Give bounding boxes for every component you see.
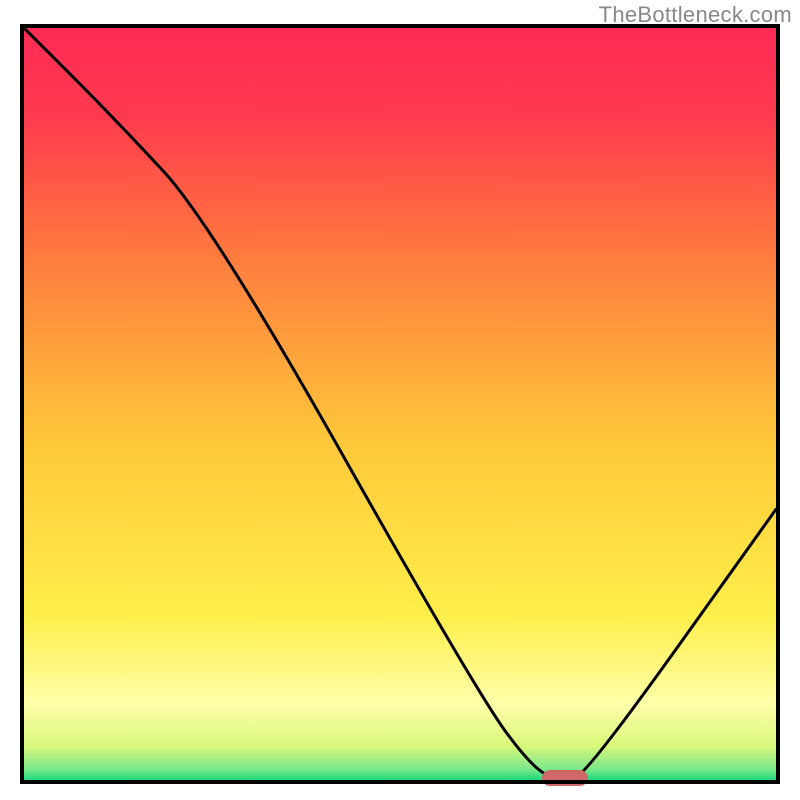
bottleneck-curve xyxy=(24,28,776,780)
plot-area xyxy=(20,24,780,780)
x-axis xyxy=(20,780,780,784)
